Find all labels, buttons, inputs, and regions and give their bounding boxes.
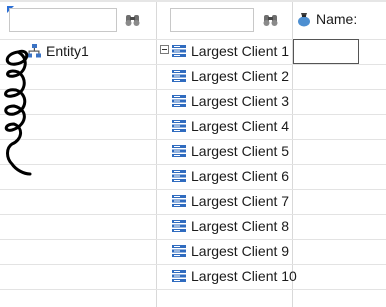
filter-input-1[interactable] (9, 8, 117, 32)
tree-child-label: Largest Client 6 (191, 168, 290, 184)
handwritten-squiggle (4, 49, 32, 176)
server-icon (172, 195, 186, 207)
tree-child-label: Largest Client 1 (191, 43, 290, 59)
tree-child-item[interactable]: Largest Client 9 (172, 240, 289, 262)
server-icon (172, 45, 186, 57)
bag-icon (298, 13, 310, 27)
name-label: Name: (316, 11, 358, 27)
tree-child-item[interactable]: Largest Client 8 (172, 215, 289, 237)
column-divider[interactable] (156, 2, 157, 307)
tree-root-label: Entity1 (46, 43, 89, 59)
tree-child-label: Largest Client 2 (191, 68, 290, 84)
row-divider (0, 289, 386, 290)
binoculars-icon[interactable] (262, 10, 280, 28)
tree-child-item[interactable]: Largest Client 7 (172, 190, 289, 212)
tree-child-item[interactable]: Largest Client 6 (172, 165, 289, 187)
tree-child-label: Largest Client 7 (191, 193, 290, 209)
server-icon (172, 220, 186, 232)
name-column-header[interactable]: Name: (296, 9, 357, 29)
tree-child-label: Largest Client 5 (191, 143, 290, 159)
server-icon (172, 270, 186, 282)
tree-child-item[interactable]: Largest Client 10 (172, 265, 297, 287)
filter-input-2[interactable] (170, 8, 254, 32)
tree-child-label: Largest Client 10 (191, 268, 297, 284)
tree-child-label: Largest Client 8 (191, 218, 290, 234)
server-icon (172, 120, 186, 132)
server-icon (172, 95, 186, 107)
tree-child-label: Largest Client 9 (191, 243, 290, 259)
tree-child-item[interactable]: Largest Client 3 (172, 90, 289, 112)
server-icon (172, 70, 186, 82)
server-icon (172, 145, 186, 157)
tree-child-item[interactable]: Largest Client 5 (172, 140, 289, 162)
name-edit-cell[interactable] (293, 39, 359, 64)
binoculars-icon[interactable] (124, 10, 142, 28)
server-icon (172, 245, 186, 257)
tree-child-label: Largest Client 3 (191, 93, 290, 109)
tree-child-item[interactable]: Largest Client 1 (172, 40, 289, 62)
server-icon (172, 170, 186, 182)
data-grid: Name: Entity1 Largest Client 1 Largest Cl… (0, 0, 386, 307)
collapse-toggle[interactable] (160, 45, 169, 54)
tree-child-item[interactable]: Largest Client 2 (172, 65, 289, 87)
tree-child-item[interactable]: Largest Client 4 (172, 115, 289, 137)
tree-child-label: Largest Client 4 (191, 118, 290, 134)
